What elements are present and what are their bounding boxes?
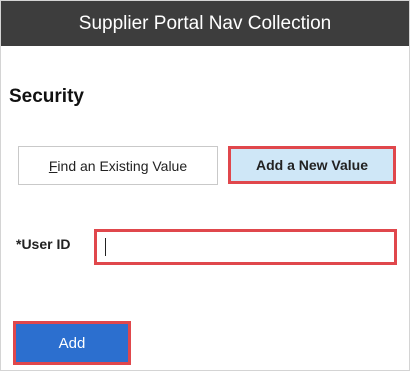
add-button-label: Add (58, 334, 86, 352)
tab-find-accesskey: F (48, 157, 58, 174)
page-frame (0, 0, 410, 371)
page-title: Security (9, 86, 84, 107)
tab-add-label: Add a New Value (255, 157, 369, 173)
tab-baseline (18, 184, 218, 185)
header-title: Supplier Portal Nav Collection (78, 12, 332, 34)
tab-find-label: ind an Existing Value (57, 157, 188, 174)
add-button[interactable]: Add (13, 321, 131, 365)
tab-add-new-value[interactable]: Add a New Value (228, 146, 396, 184)
tab-find-existing-value[interactable]: Find an Existing Value (18, 146, 218, 184)
portal-header: Supplier Portal Nav Collection (1, 1, 409, 46)
user-id-label: *User ID (16, 236, 71, 252)
text-caret (105, 238, 106, 256)
user-id-input[interactable] (94, 229, 397, 265)
